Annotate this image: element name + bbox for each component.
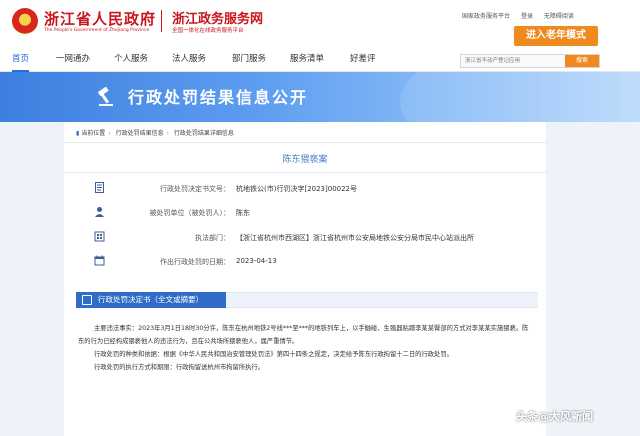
site-header: 浙江省人民政府 The People's Government of Zheji… [0,0,640,48]
hammer-icon [98,86,113,106]
content-panel [64,122,546,436]
document-icon [95,182,104,193]
search-input[interactable] [465,55,559,67]
section-tab-decision[interactable]: 行政处罚决定书（全文或摘要） [76,292,226,308]
person-icon [95,207,104,217]
portal-subtitle: 全国一体化在线政务服务平台 [172,28,244,34]
building-icon [94,231,105,242]
field-row-decision-date: 作出行政处罚的日期： 2023-04-13 [110,254,530,272]
search-box: 搜索 [460,54,600,68]
decision-paragraph-execution: 行政处罚的执行方式和期限：行政拘留送杭州市拘留所执行。 [94,364,265,371]
field-label: 被处罚单位（被处罚人）： [149,209,231,217]
breadcrumb: ▮ 当前位置 › 行政处罚结果信息 › 行政处罚结果详细信息 [76,128,234,137]
field-label: 执法部门： [195,234,230,242]
search-button[interactable]: 搜索 [565,55,599,67]
nav-corporate[interactable]: 法人服务 [172,48,206,72]
gov-title[interactable]: 浙江省人民政府 [44,8,156,29]
section-doc-icon [82,295,92,305]
field-label: 行政处罚决定书文号： [160,185,230,193]
gov-subtitle: The People's Government of Zhejiang Prov… [44,28,150,33]
decision-paragraph-facts: 主要违法事实：2023年3月1日18时30分许，陈东在杭州地铁2号线***至**… [78,325,529,345]
field-value: 【浙江省杭州市西湖区】浙江省杭州市公安局地铁公安分局市民中心站派出所 [236,234,474,242]
breadcrumb-separator: › [166,130,169,137]
decision-paragraph-basis: 行政处罚的种类和依据：根据《中华人民共和国治安管理处罚法》第四十四条之规定，决定… [94,351,453,358]
top-links: 国家政务服务平台 登录 无障碍阅读 [462,11,583,20]
case-title: 陈东猥亵案 [282,155,328,165]
nav-home[interactable]: 首页 [12,48,30,72]
login-link[interactable]: 登录 [521,13,533,20]
portal-title[interactable]: 浙江政务服务网 [172,8,263,27]
decision-body: 主要违法事实：2023年3月1日18时30分许，陈东在杭州地铁2号线***至**… [78,322,530,374]
national-emblem-icon [12,8,38,34]
nav-department[interactable]: 部门服务 [232,48,266,72]
divider [64,142,546,143]
national-platform-link[interactable]: 国家政务服务平台 [462,13,510,20]
divider [64,172,546,173]
header-divider [161,10,162,32]
field-row-decision-number: 行政处罚决定书文号： 杭地铁公(市)行罚决字[2023]00022号 [110,181,530,199]
field-value: 杭地铁公(市)行罚决字[2023]00022号 [236,185,358,193]
calendar-icon [94,255,105,266]
field-value: 2023-04-13 [236,257,277,265]
field-label: 作出行政处罚的日期： [160,258,230,266]
breadcrumb-current-label: 当前位置 [81,130,106,137]
field-row-enforcement-dept: 执法部门： 【浙江省杭州市西湖区】浙江省杭州市公安局地铁公安分局市民中心站派出所 [110,230,530,248]
field-row-penalized-party: 被处罚单位（被处罚人）： 陈东 [110,205,530,223]
nav-rating[interactable]: 好差评 [350,48,376,72]
breadcrumb-penalty-results[interactable]: 行政处罚结果信息 [116,130,164,137]
home-icon: ▮ [76,130,80,137]
nav-personal[interactable]: 个人服务 [114,48,148,72]
elder-mode-button[interactable]: 进入老年模式 [514,26,598,46]
nav-service-list[interactable]: 服务清单 [290,48,324,72]
accessibility-link[interactable]: 无障碍阅读 [544,13,574,20]
breadcrumb-penalty-detail[interactable]: 行政处罚结果详细信息 [174,130,234,137]
breadcrumb-separator: › [108,130,111,137]
banner-title: 行政处罚结果信息公开 [128,88,309,107]
field-value: 陈东 [236,209,250,217]
nav-one-stop[interactable]: 一网通办 [56,48,90,72]
source-watermark: 头条@大风新闻 [516,410,593,423]
